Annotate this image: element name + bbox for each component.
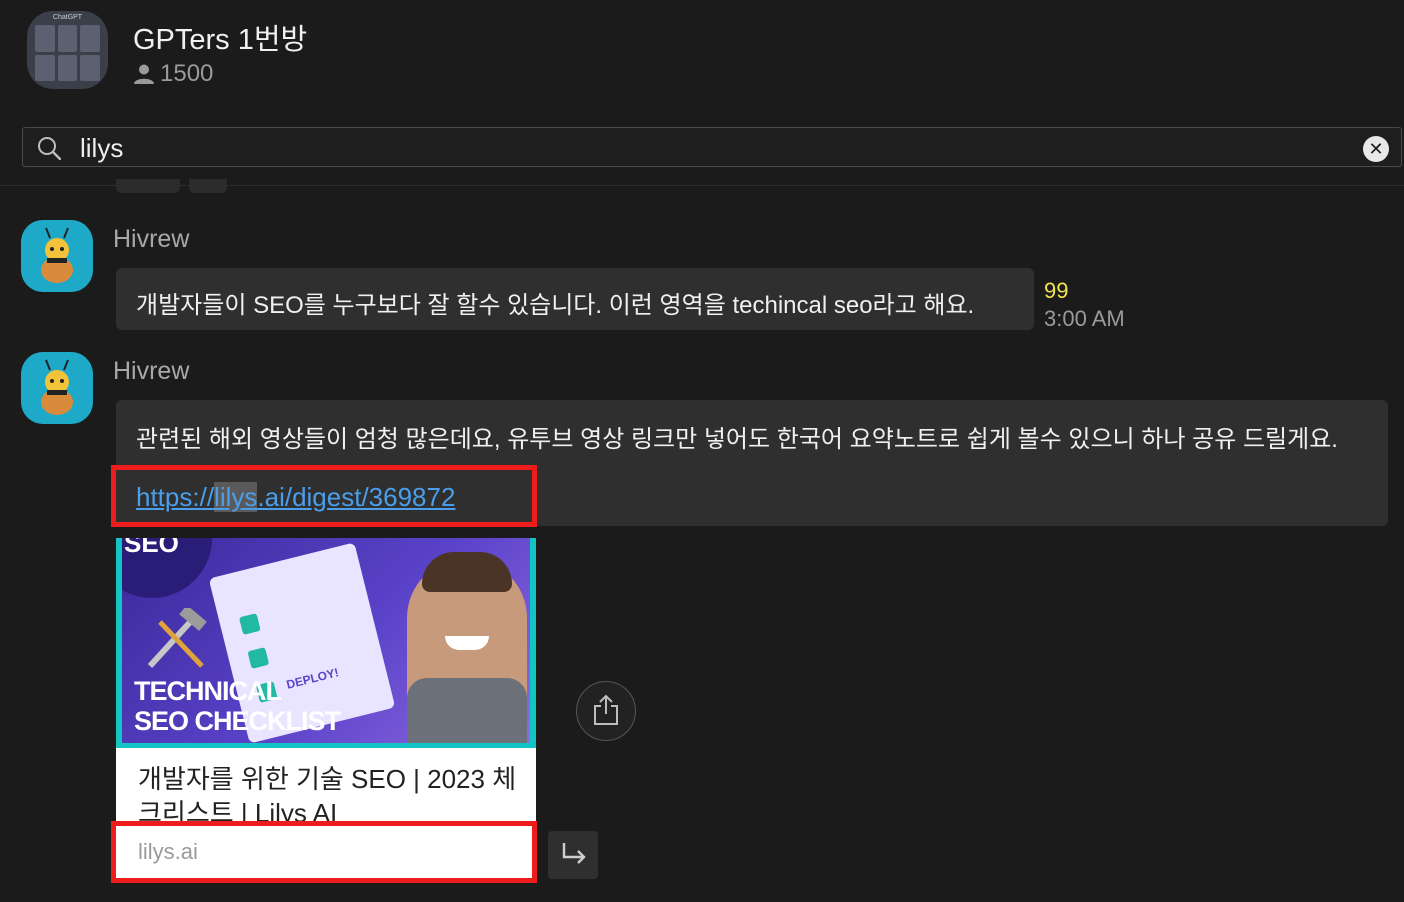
preview-thumbnail: SEO DEPLOY! TECHNICAL SEO CHECKLIST	[116, 538, 536, 748]
presenter-photo	[407, 552, 527, 743]
unread-count: 99	[1044, 278, 1069, 303]
highlight-box-domain	[111, 821, 537, 883]
reply-button[interactable]	[548, 831, 598, 879]
previous-message-peek	[189, 179, 227, 193]
clear-search-button[interactable]: ✕	[1363, 136, 1389, 162]
sender-name: Hivrew	[113, 357, 190, 385]
room-avatar-image	[35, 25, 100, 81]
close-icon: ✕	[1368, 139, 1384, 159]
person-icon	[134, 64, 154, 84]
sender-avatar[interactable]	[21, 352, 93, 424]
member-count-value: 1500	[160, 60, 214, 87]
room-avatar[interactable]: ChatGPT	[27, 11, 108, 89]
share-button[interactable]	[576, 681, 636, 741]
message-time: 3:00 AM	[1044, 306, 1125, 331]
room-avatar-caption: ChatGPT	[52, 14, 83, 21]
preview-title: 개발자를 위한 기술 SEO | 2023 체크리스트 | Lilys AI	[138, 764, 517, 828]
member-count[interactable]: 1500	[133, 60, 213, 88]
message-text: 개발자들이 SEO를 누구보다 잘 할수 있습니다. 이런 영역을 techin…	[136, 292, 975, 319]
search-input[interactable]	[78, 128, 1332, 168]
bee-character-icon	[41, 359, 73, 415]
thumbnail-title-line1: TECHNICAL	[134, 676, 282, 706]
search-bar: ✕	[22, 127, 1402, 168]
message-text: 관련된 해외 영상들이 엄청 많은데요, 유투브 영상 링크만 넣어도 한국어 …	[136, 426, 1338, 453]
chat-header: ChatGPT GPTers 1번방 1500 ✕	[0, 0, 1404, 186]
room-title: GPTers 1번방	[133, 24, 308, 56]
message-bubble[interactable]: 개발자들이 SEO를 누구보다 잘 할수 있습니다. 이런 영역을 techin…	[116, 268, 1034, 330]
reply-arrow-icon	[562, 843, 586, 864]
bee-character-icon	[41, 227, 73, 283]
share-icon	[594, 694, 618, 725]
tools-icon	[147, 608, 207, 669]
thumbnail-background: SEO DEPLOY! TECHNICAL SEO CHECKLIST	[122, 538, 530, 743]
search-icon	[38, 137, 61, 160]
sender-avatar[interactable]	[21, 220, 93, 292]
thumbnail-deploy-text: DEPLOY!	[285, 665, 341, 692]
thumbnail-title-line2: SEO CHECKLIST	[134, 706, 341, 736]
thumbnail-seo-text: SEO	[124, 538, 179, 558]
sender-name: Hivrew	[113, 225, 190, 253]
previous-message-peek	[116, 179, 180, 193]
highlight-box-link	[111, 465, 537, 527]
